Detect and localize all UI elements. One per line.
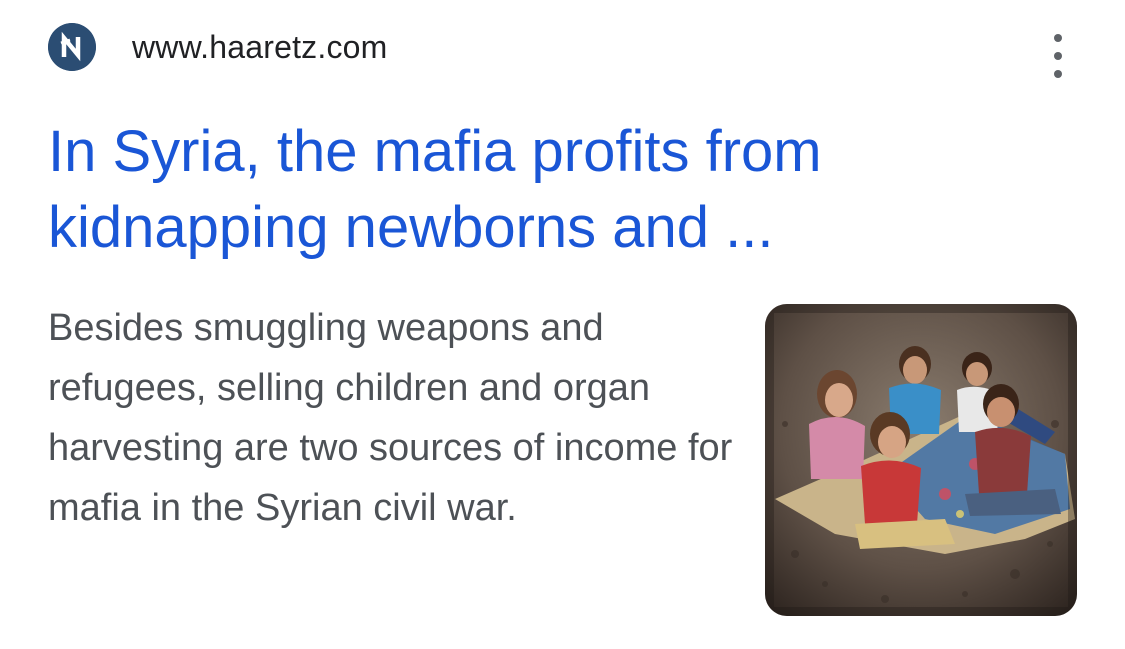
more-vert-icon[interactable] [1040,34,1076,78]
source-row[interactable]: www.haaretz.com [48,22,388,72]
result-title-link[interactable]: In Syria, the mafia profits from kidnapp… [48,114,948,266]
more-dot [1054,34,1062,42]
more-dot [1054,70,1062,78]
result-snippet: Besides smuggling weapons and refugees, … [48,307,733,529]
search-result-card: www.haaretz.com In Syria, the mafia prof… [0,0,1125,649]
more-dot [1054,52,1062,60]
site-url[interactable]: www.haaretz.com [132,29,388,66]
haaretz-logo-icon [48,23,96,71]
children-on-blanket-photo[interactable] [765,304,1077,616]
